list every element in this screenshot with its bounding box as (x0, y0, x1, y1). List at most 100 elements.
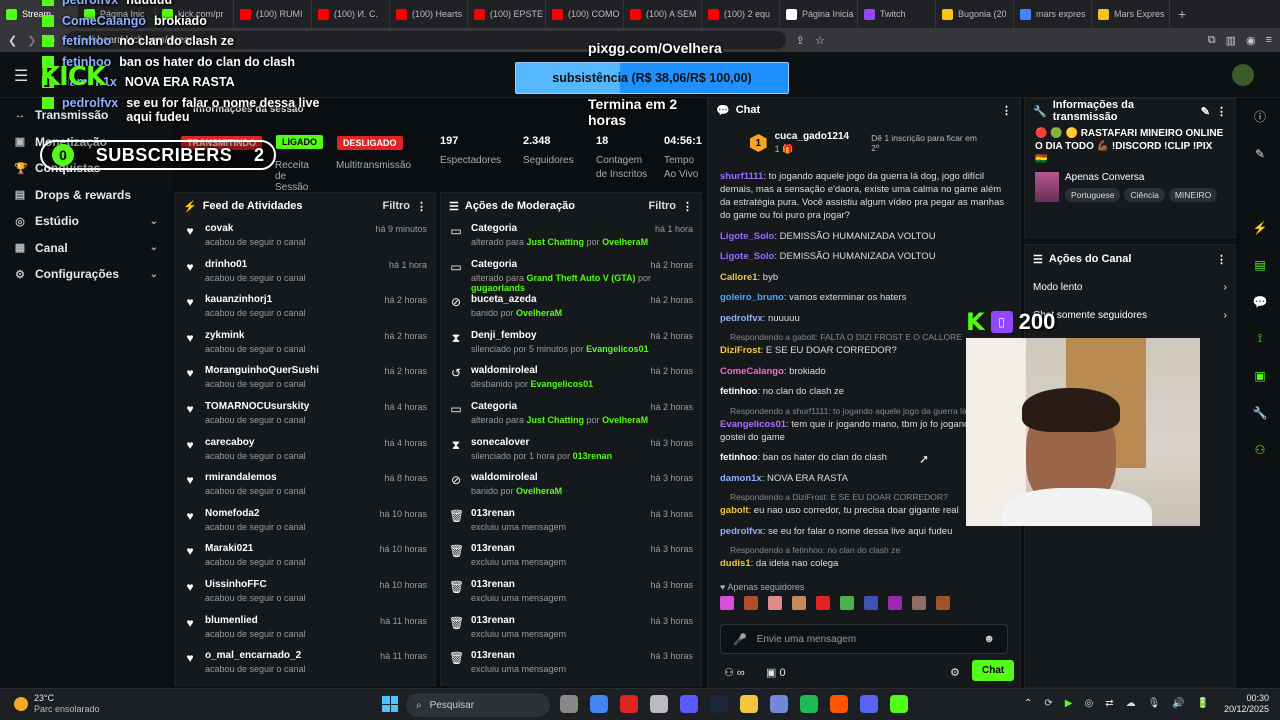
hamburger-menu-icon[interactable]: ☰ (14, 66, 28, 86)
taskbar-app-icon[interactable] (680, 695, 698, 713)
strip-icon[interactable]: ▤ (1240, 246, 1280, 283)
chevron-down-icon[interactable]: ⌄ (150, 216, 158, 227)
chat-username[interactable]: Ligote_Solo (720, 251, 774, 262)
weather-widget[interactable]: 23°C Parc ensolarado (14, 693, 100, 715)
mic-icon[interactable]: 🎤 (733, 633, 747, 646)
browser-tab[interactable]: (100) COMO (546, 0, 624, 28)
infinity-icon[interactable]: ⚇ ∞ (724, 666, 745, 679)
strip-icon[interactable]: ⚇ (1240, 431, 1280, 468)
mod-filter-button[interactable]: Filtro (649, 200, 677, 212)
channel-action-item[interactable]: Modo lento › (1025, 273, 1235, 301)
forward-icon[interactable]: ❯ (27, 34, 36, 47)
profile-icon[interactable]: ◉ (1246, 34, 1256, 47)
chat-username[interactable]: pedrolfvx (720, 313, 763, 324)
browser-tab[interactable]: Mars Expres (1092, 0, 1170, 28)
taskbar-app-icon[interactable] (800, 695, 818, 713)
chat-username[interactable]: fetinhoo (720, 386, 757, 397)
taskbar-app-icon[interactable] (590, 695, 608, 713)
chat-username[interactable]: shurf1111 (720, 171, 763, 182)
avatar[interactable] (1232, 64, 1254, 86)
more-icon[interactable]: ⋮ (1216, 253, 1227, 266)
emote-icon[interactable] (840, 596, 854, 610)
settings-icon[interactable]: ⚙ (950, 666, 960, 679)
new-tab-icon[interactable]: + (1170, 6, 1194, 22)
windows-start-icon[interactable] (382, 696, 398, 712)
chat-username[interactable]: goleiro_bruno (720, 292, 784, 303)
emote-icon[interactable] (888, 596, 902, 610)
browser-tab[interactable]: mars expres (1014, 0, 1092, 28)
browser-tab[interactable]: Bugonia (20 (936, 0, 1014, 28)
taskbar-app-icon[interactable] (650, 695, 668, 713)
taskbar-app-icon[interactable] (830, 695, 848, 713)
strip-icon[interactable]: 🔧 (1240, 394, 1280, 431)
channel-action-item[interactable]: Chat somente seguidores › (1025, 301, 1235, 329)
chat-username[interactable]: fetinhoo (720, 452, 757, 463)
edit-icon[interactable]: ✎ (1201, 105, 1210, 118)
strip-icon[interactable]: 💬 (1240, 283, 1280, 320)
browser-tab[interactable]: (100) A SEM (624, 0, 702, 28)
back-icon[interactable]: ❮ (8, 34, 17, 47)
browser-tab[interactable]: Twitch (858, 0, 936, 28)
chat-username[interactable]: Evangelicos01 (720, 419, 786, 430)
chat-username[interactable]: damon1x (720, 473, 762, 484)
sidebar-item-5[interactable]: ▦ Canal ⌄ (0, 235, 172, 262)
strip-icon[interactable]: ⓘ (1240, 98, 1280, 135)
feed-filter-button[interactable]: Filtro (383, 200, 411, 212)
taskbar-search[interactable]: ⌕ Pesquisar (406, 693, 550, 717)
chat-username[interactable]: dudis1 (720, 558, 751, 569)
emote-icon[interactable] (720, 596, 734, 610)
emote-icon[interactable] (816, 596, 830, 610)
more-icon[interactable]: ⋮ (416, 200, 427, 213)
sidebar-item-3[interactable]: ▤ Drops & rewards (0, 182, 172, 209)
clock[interactable]: 00:30 20/12/2025 (1224, 693, 1269, 715)
taskbar-app-icon[interactable] (770, 695, 788, 713)
browser-tab[interactable]: (100) 2 equ (702, 0, 780, 28)
strip-icon[interactable]: ▣ (1240, 357, 1280, 394)
taskbar-app-icon[interactable] (890, 695, 908, 713)
chevron-down-icon[interactable]: ⌄ (150, 242, 158, 253)
sidebar-item-6[interactable]: ⚙ Configurações ⌄ (0, 261, 172, 288)
tag-chip[interactable]: MINEIRO (1168, 188, 1218, 202)
more-icon[interactable]: ⋮ (1216, 105, 1227, 118)
bookmark-star-icon[interactable]: ☆ (815, 34, 825, 47)
taskbar-app-icon[interactable] (740, 695, 758, 713)
chat-username[interactable]: DiziFrost (720, 345, 761, 356)
chat-username[interactable]: ComeCalango (720, 366, 784, 377)
extensions-icon[interactable]: ⧉ (1208, 34, 1216, 47)
browser-tab[interactable]: (100) Hearts (390, 0, 468, 28)
send-chat-button[interactable]: Chat (972, 660, 1015, 681)
sidebar-icon[interactable]: ▥ (1226, 34, 1236, 47)
emote-icon[interactable] (744, 596, 758, 610)
emote-icon[interactable] (792, 596, 806, 610)
emoji-icon[interactable]: ☻ (983, 633, 995, 645)
system-tray[interactable]: ⌃ ⟳ ▶ ◎ ⇄ ☁ 🎙 🔊 🔋 (1024, 698, 1209, 709)
strip-icon[interactable]: ⚡ (1240, 209, 1280, 246)
emote-icon[interactable] (936, 596, 950, 610)
chevron-down-icon[interactable]: ⌄ (150, 269, 158, 280)
emote-icon[interactable] (912, 596, 926, 610)
taskbar-app-icon[interactable] (860, 695, 878, 713)
taskbar-app-icon[interactable] (710, 695, 728, 713)
chat-username[interactable]: Ligote_Solo (720, 231, 774, 242)
browser-tab[interactable]: (100) EPSTE (468, 0, 546, 28)
sidebar-item-4[interactable]: ◎ Estúdio ⌄ (0, 208, 172, 235)
more-icon[interactable]: ⋮ (682, 200, 693, 213)
chat-username[interactable]: gabolt (720, 505, 749, 516)
taskbar-app-icon[interactable] (560, 695, 578, 713)
chat-input[interactable]: 🎤 Envie uma mensagem ☻ (720, 624, 1008, 654)
chat-username[interactable]: pedrolfvx (720, 526, 763, 537)
browser-tab[interactable]: Página Inicia (780, 0, 858, 28)
more-icon[interactable]: ⋮ (1001, 104, 1012, 117)
chat-username[interactable]: Callore1 (720, 272, 758, 283)
menu-icon[interactable]: ≡ (1266, 34, 1272, 46)
tag-chip[interactable]: Ciência (1124, 188, 1165, 202)
strip-icon[interactable]: ⟟ (1240, 320, 1280, 357)
taskbar-app-icon[interactable] (620, 695, 638, 713)
gift-count-icon[interactable]: ▣ 0 (766, 666, 786, 679)
strip-icon[interactable] (1240, 172, 1280, 209)
strip-icon[interactable]: ✎ (1240, 135, 1280, 172)
tag-chip[interactable]: Portuguese (1065, 188, 1121, 202)
emote-icon[interactable] (864, 596, 878, 610)
share-icon[interactable]: ⇪ (796, 34, 805, 47)
emote-icon[interactable] (768, 596, 782, 610)
